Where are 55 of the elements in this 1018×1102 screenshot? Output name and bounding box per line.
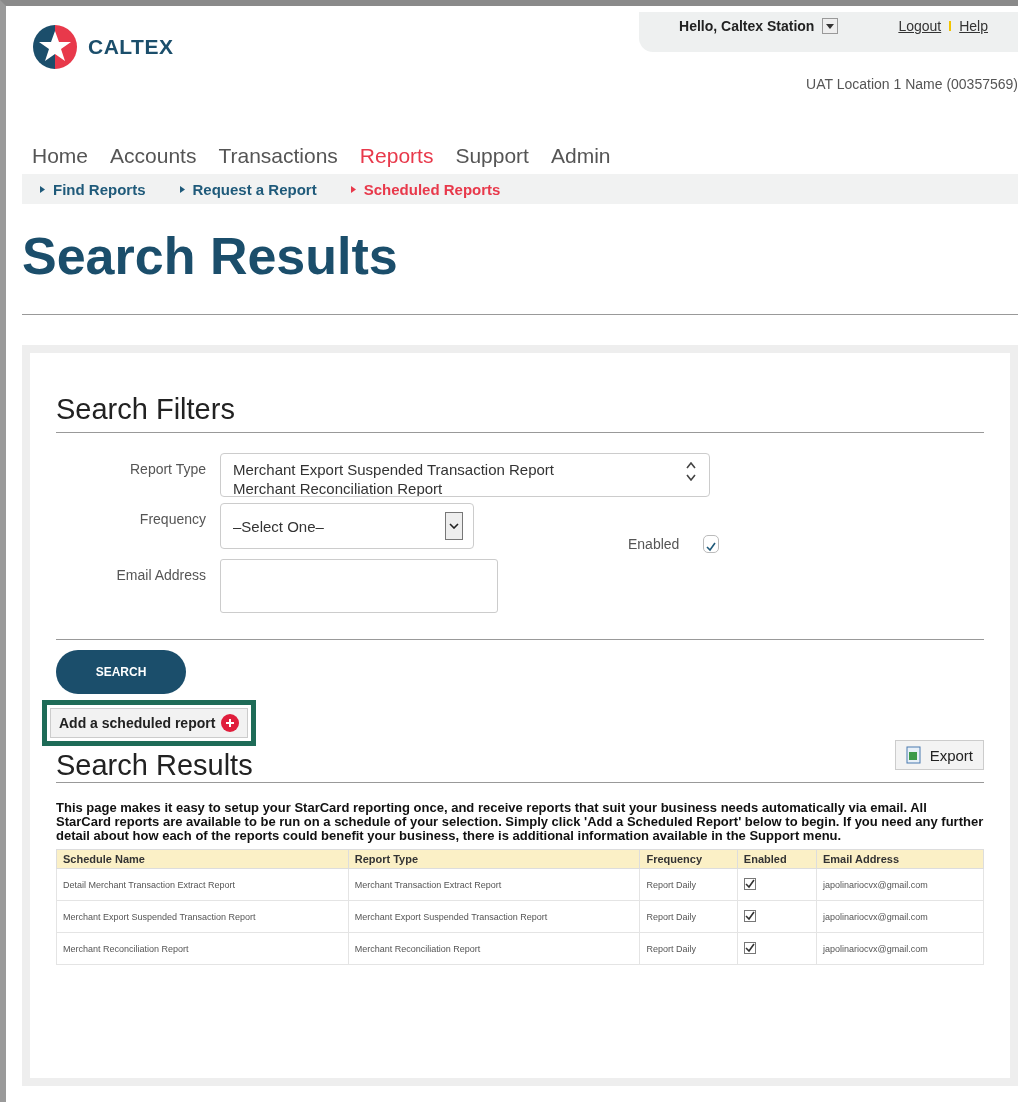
logo-icon — [32, 24, 78, 70]
table-cell: Report Daily — [639, 900, 738, 933]
triangle-icon — [179, 185, 185, 193]
table-cell: Report Daily — [639, 932, 738, 965]
field-label: Email Address — [115, 566, 206, 583]
subnav-link[interactable]: Find Reports — [40, 180, 146, 198]
table-cell: Merchant Export Suspended Transaction Report — [56, 900, 349, 933]
table-cell: Merchant Transaction Extract Report — [348, 868, 640, 901]
subnav-link[interactable]: Request a Report — [179, 180, 317, 198]
table-cell: Merchant Reconciliation Report — [56, 932, 349, 965]
plus-icon — [221, 714, 240, 732]
enabled-checkbox[interactable] — [743, 878, 756, 890]
dropdown-icon[interactable] — [822, 18, 839, 34]
section-title: Search Filters — [56, 393, 236, 426]
table-cell: japolinariocvx@gmail.com — [816, 868, 984, 901]
enabled-checkbox[interactable] — [743, 910, 756, 922]
spreadsheet-icon — [905, 746, 922, 764]
column-header: Enabled — [737, 849, 817, 869]
frequency-select[interactable]: –Select One– — [220, 503, 474, 549]
table-cell: Detail Merchant Transaction Extract Report — [56, 868, 349, 901]
table-cell: Report Daily — [639, 868, 738, 901]
column-header: Frequency — [639, 849, 738, 869]
subnav-link[interactable]: Scheduled Reports — [350, 180, 501, 198]
column-header: Report Type — [348, 849, 640, 869]
location-text: UAT Location 1 Name (00357569) — [806, 76, 1018, 92]
nav-tab[interactable]: Transactions — [218, 144, 338, 168]
header-link[interactable]: Logout — [898, 18, 942, 34]
triangle-icon — [40, 185, 45, 193]
field-label: Enabled — [628, 536, 680, 552]
nav-tab[interactable]: Reports — [359, 144, 434, 168]
header-link[interactable]: Help — [959, 18, 988, 34]
export-button[interactable]: Export — [894, 740, 984, 770]
page-title: Search Results — [22, 226, 399, 286]
field-label: Frequency — [138, 510, 206, 527]
column-header: Email Address — [816, 849, 984, 869]
table-cell: japolinariocvx@gmail.com — [816, 900, 984, 933]
email-field[interactable] — [220, 559, 498, 613]
table-cell: Merchant Export Suspended Transaction Report — [348, 900, 640, 933]
field-label: Report Type — [129, 460, 206, 477]
search-button[interactable]: SEARCH — [56, 650, 186, 694]
chevron-down-icon — [445, 512, 463, 540]
nav-tab[interactable]: Admin — [550, 144, 611, 168]
greeting: Hello, Caltex Station — [679, 18, 839, 34]
nav-tab[interactable]: Home — [32, 144, 89, 168]
table-cell: japolinariocvx@gmail.com — [816, 932, 984, 965]
column-header: Schedule Name — [56, 849, 349, 869]
table-cell: Merchant Reconciliation Report — [348, 932, 640, 965]
triangle-icon — [350, 185, 356, 193]
nav-tab[interactable]: Accounts — [110, 144, 197, 168]
description-text: This page makes it easy to setup your StarCard reporting once, and receive reports that suit your business needs automatically via email. All StarCard reports are available to be run on a schedule of your selection. Simply click 'Add a Scheduled Report' below to begin. If you need any further detail about how each of the reports could benefit your business, there is additional information available in the Support menu. — [56, 801, 984, 843]
enabled-checkbox[interactable] — [743, 942, 756, 954]
brand-name: CALTEX — [88, 35, 174, 59]
nav-tab[interactable]: Support — [455, 144, 529, 168]
enabled-checkbox[interactable] — [703, 535, 720, 553]
section-title: Search Results — [56, 749, 253, 782]
